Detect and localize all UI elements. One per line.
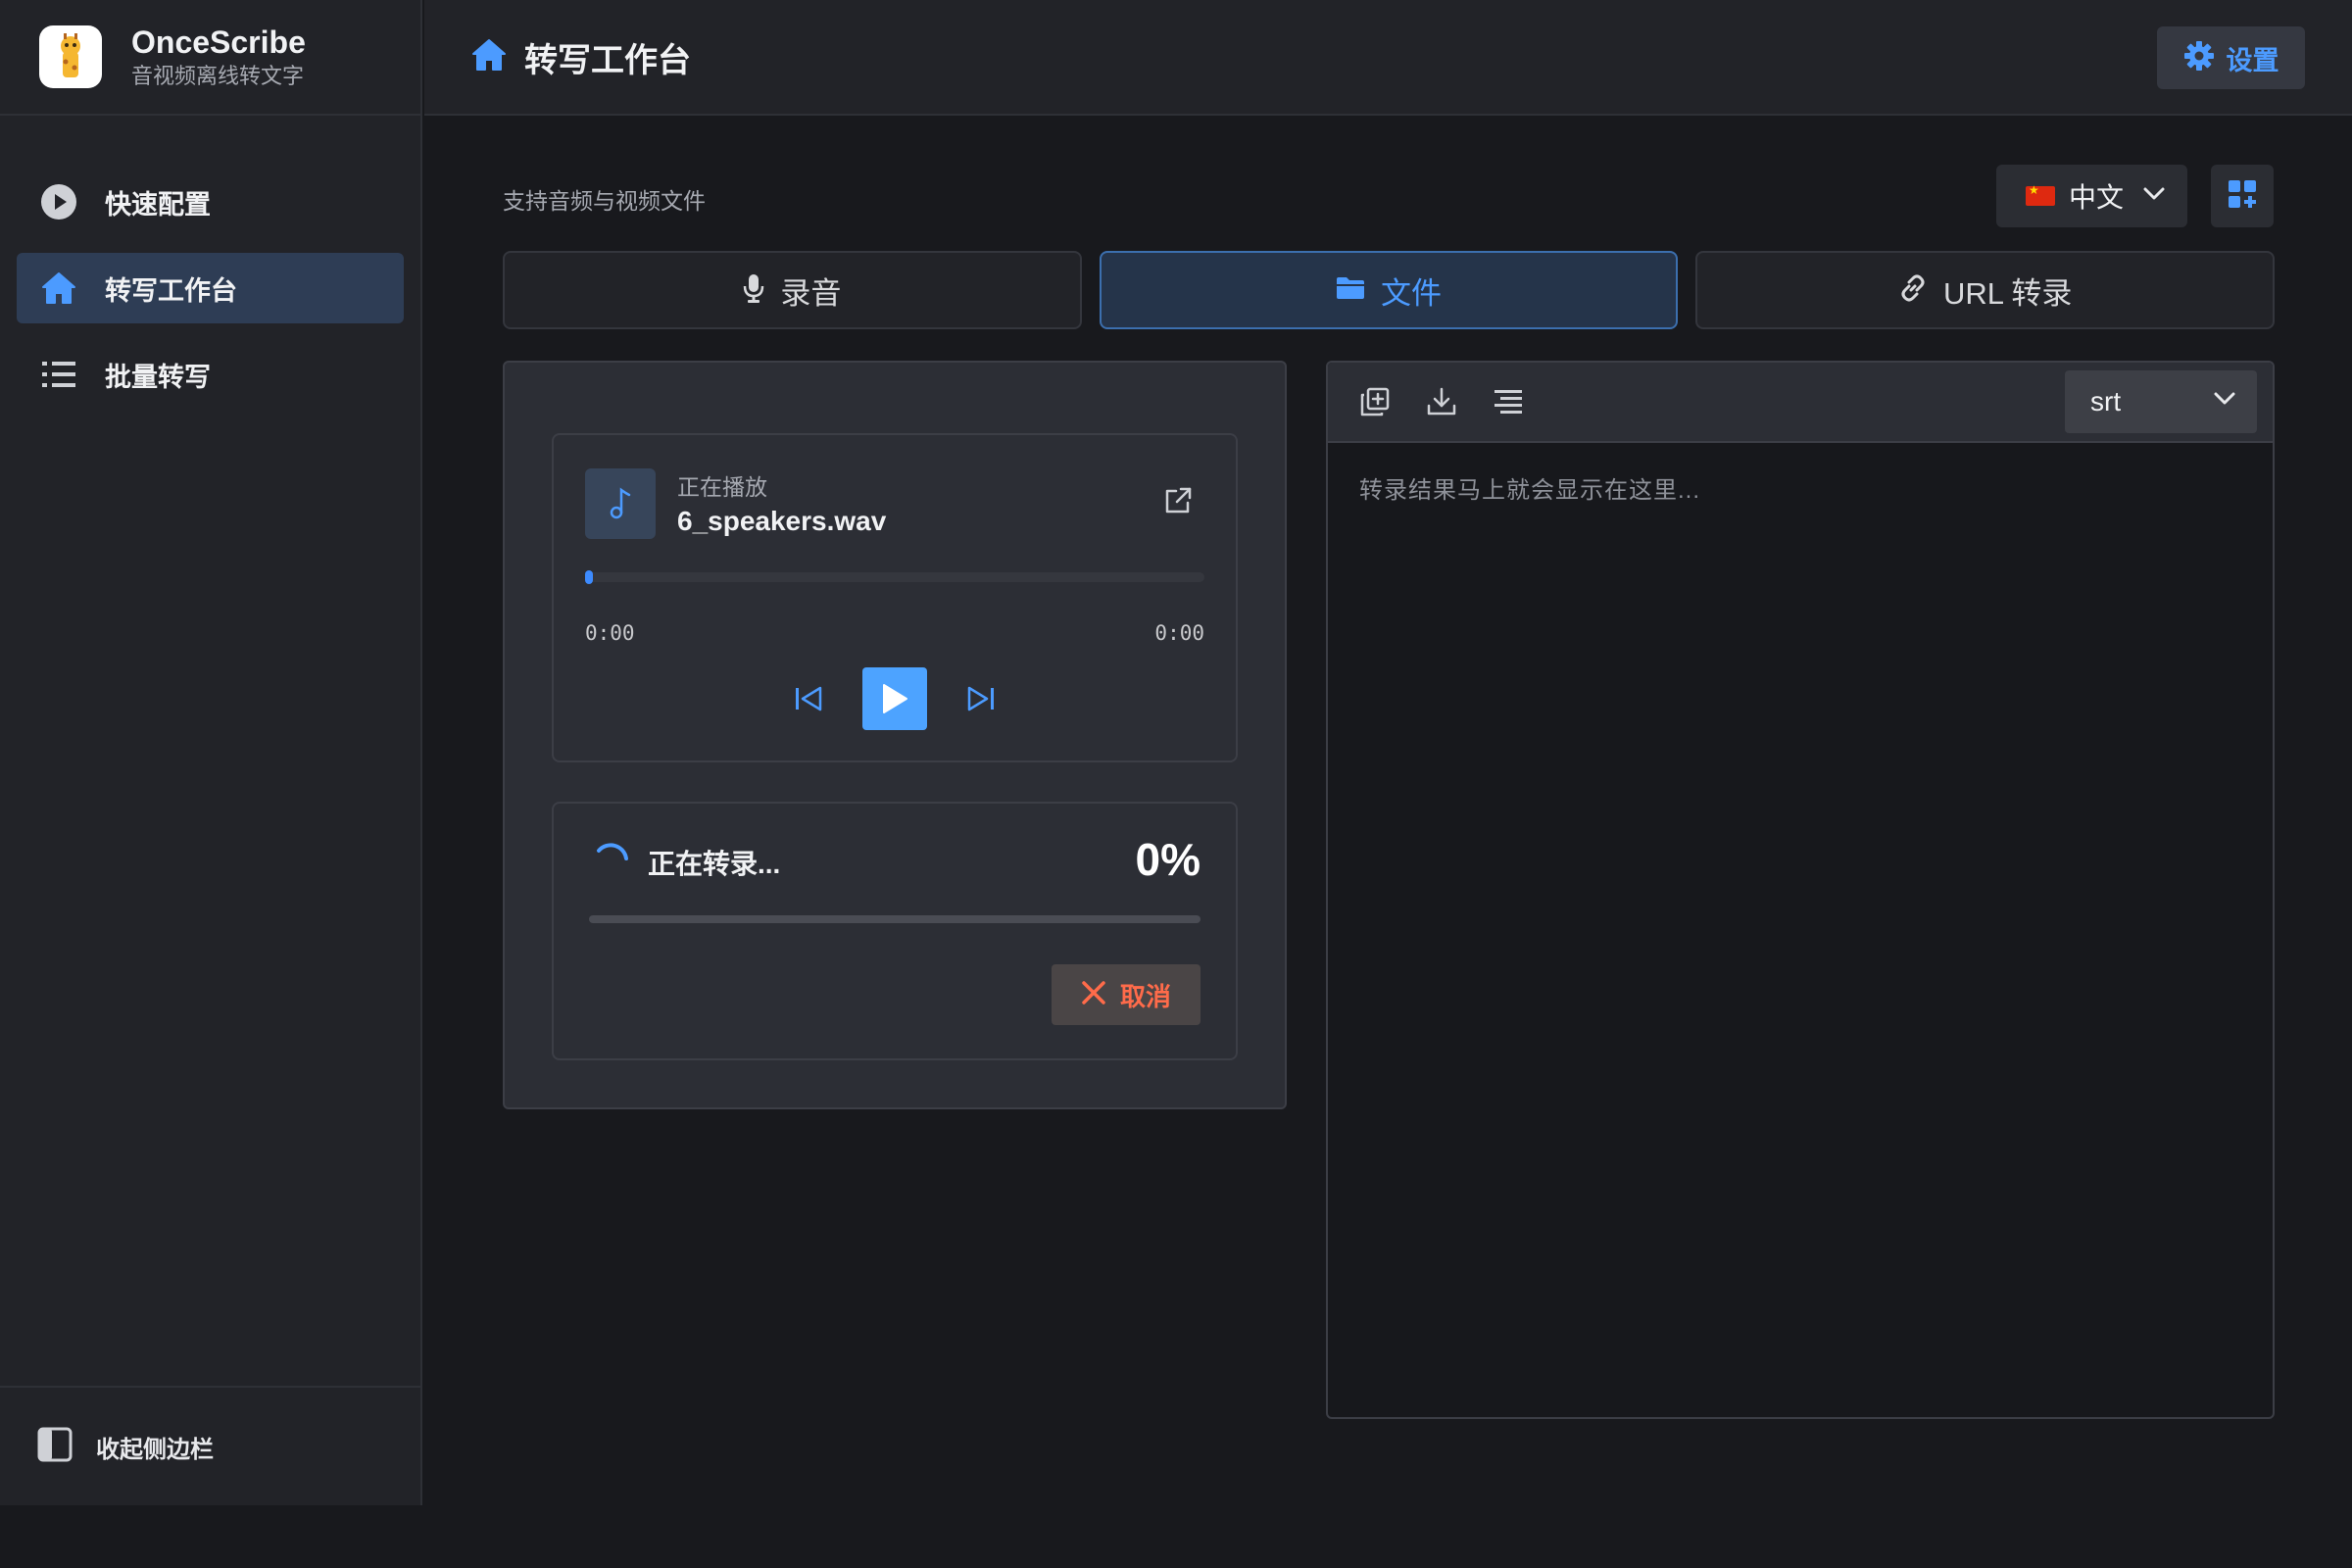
main-content: 支持音频与视频文件 中文 录音 文件 URL 转录 — [424, 118, 2352, 1505]
skip-back-icon[interactable] — [794, 685, 823, 712]
folder-icon — [1336, 275, 1365, 306]
tab-label: 文件 — [1381, 275, 1442, 311]
play-button[interactable] — [862, 667, 927, 730]
china-flag-icon — [2026, 183, 2055, 206]
sidebar-item-label: 快速配置 — [105, 189, 211, 220]
result-panel: srt 转录结果马上就会显示在这里... — [1326, 361, 2275, 1419]
cancel-button[interactable]: 取消 — [1052, 964, 1200, 1025]
app-logo — [39, 25, 102, 88]
open-external-icon[interactable] — [1163, 486, 1193, 520]
music-note-icon — [585, 468, 656, 539]
app-name: OnceScribe — [131, 24, 306, 60]
sidebar-item-quick-config[interactable]: 快速配置 — [17, 167, 404, 237]
tab-label: URL 转录 — [1942, 275, 2073, 311]
support-hint: 支持音频与视频文件 — [503, 188, 706, 214]
copy-icon[interactable] — [1359, 386, 1391, 422]
sidebar: OnceScribe 音视频离线转文字 快速配置 转写工作台 批量转写 收起侧边… — [0, 0, 422, 1505]
file-name: 6_speakers.wav — [677, 506, 887, 536]
transcription-progress: 正在转录... 0% 取消 — [552, 802, 1238, 1060]
sidebar-toggle-icon — [37, 1427, 73, 1467]
chevron-down-icon — [2214, 392, 2235, 411]
chevron-down-icon — [2143, 187, 2165, 206]
duration: 0:00 — [1154, 621, 1204, 645]
layout-grid-button[interactable] — [2211, 165, 2274, 227]
tab-record[interactable]: 录音 — [503, 251, 1082, 329]
close-icon — [1081, 980, 1106, 1010]
result-placeholder: 转录结果马上就会显示在这里... — [1359, 477, 1701, 504]
gear-icon — [2183, 40, 2215, 76]
sidebar-nav: 快速配置 转写工作台 批量转写 — [0, 116, 420, 410]
microphone-icon — [743, 273, 764, 308]
file-panel: 正在播放 6_speakers.wav 0:00 0:00 正在转录... 0%… — [503, 361, 1287, 1109]
cancel-label: 取消 — [1119, 981, 1171, 1011]
audio-player: 正在播放 6_speakers.wav 0:00 0:00 — [552, 433, 1238, 762]
result-toolbar: srt — [1328, 363, 2273, 443]
sidebar-item-label: 转写工作台 — [105, 275, 237, 306]
seek-bar[interactable] — [585, 570, 1204, 584]
play-circle-icon — [40, 183, 77, 220]
transcription-percent: 0% — [1135, 834, 1200, 885]
playback-controls — [554, 666, 1236, 731]
format-value: srt — [2090, 386, 2122, 416]
transcription-status: 正在转录... — [648, 849, 781, 879]
tab-label: 录音 — [780, 275, 842, 311]
list-icon — [40, 356, 77, 393]
settings-button[interactable]: 设置 — [2157, 26, 2305, 89]
language-value: 中文 — [2069, 182, 2125, 213]
collapse-sidebar-label: 收起侧边栏 — [96, 1436, 214, 1463]
grid-add-icon — [2228, 179, 2257, 214]
settings-label: 设置 — [2226, 45, 2279, 75]
sidebar-item-label: 批量转写 — [105, 362, 211, 392]
page-title: 转写工作台 — [524, 41, 691, 79]
progress-bar — [589, 915, 1200, 923]
sidebar-item-workbench[interactable]: 转写工作台 — [17, 253, 404, 323]
download-icon[interactable] — [1426, 386, 1457, 422]
home-icon — [40, 270, 77, 307]
tab-url[interactable]: URL 转录 — [1695, 251, 2276, 329]
brand: OnceScribe 音视频离线转文字 — [0, 0, 420, 116]
collapse-sidebar-button[interactable]: 收起侧边栏 — [0, 1386, 420, 1505]
language-select[interactable]: 中文 — [1996, 165, 2187, 227]
seek-handle[interactable] — [585, 570, 593, 584]
current-time: 0:00 — [585, 621, 635, 645]
now-playing-label: 正在播放 — [677, 474, 767, 500]
sidebar-item-batch[interactable]: 批量转写 — [17, 339, 404, 410]
tab-file[interactable]: 文件 — [1099, 251, 1679, 329]
skip-forward-icon[interactable] — [966, 685, 996, 712]
source-tabs: 录音 文件 URL 转录 — [503, 251, 2276, 329]
page-header: 转写工作台 设置 — [424, 0, 2352, 116]
link-icon — [1898, 273, 1928, 308]
align-right-icon[interactable] — [1493, 386, 1524, 422]
spinner-icon — [593, 839, 632, 883]
format-select[interactable]: srt — [2065, 370, 2257, 433]
home-icon — [471, 38, 507, 76]
app-subtitle: 音视频离线转文字 — [131, 64, 305, 88]
